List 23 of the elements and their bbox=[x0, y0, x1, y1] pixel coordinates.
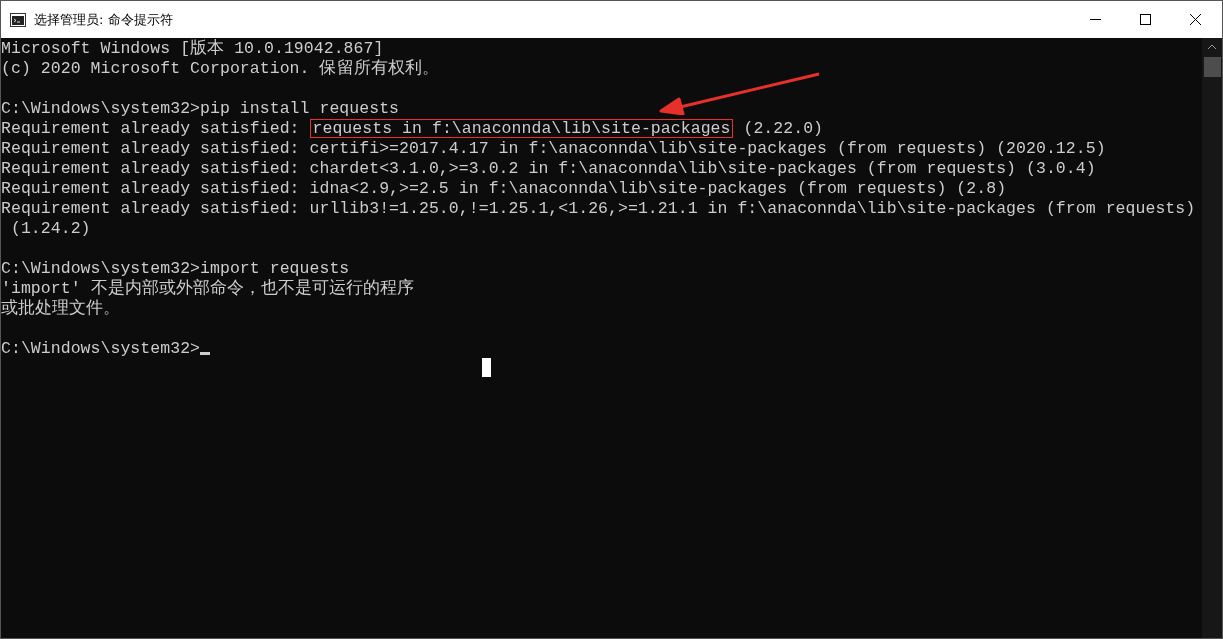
console-text: Requirement already satisfied: bbox=[1, 119, 300, 138]
console-line: Microsoft Windows [版本 10.0.19042.867] bbox=[1, 39, 385, 59]
console-line: Requirement already satisfied: certifi>=2017.4.17 in f:\anaconnda\lib\site-packages (from requests) (2020.12.5) bbox=[1, 139, 1107, 159]
scrollbar[interactable] bbox=[1202, 38, 1222, 638]
highlighted-text: requests in f:\anaconnda\lib\site-packages bbox=[309, 119, 734, 138]
mouse-cursor-icon bbox=[482, 358, 491, 377]
console-line: C:\Windows\system32>import requests bbox=[1, 259, 351, 279]
console-prompt: C:\Windows\system32> bbox=[1, 339, 201, 358]
text-cursor bbox=[200, 352, 211, 355]
console-line: (c) 2020 Microsoft Corporation. 保留所有权利。 bbox=[1, 59, 440, 79]
console-line: C:\Windows\system32>pip install requests bbox=[1, 99, 401, 119]
console-line: Requirement already satisfied: urllib3!=1.25.0,!=1.25.1,<1.26,>=1.21.1 in f:\anaconnda\lib\site-packages (from requests) bbox=[1, 199, 1197, 219]
maximize-icon bbox=[1139, 14, 1151, 25]
close-icon bbox=[1189, 14, 1201, 25]
console-line: 'import' 不是内部或外部命令，也不是可运行的程序 bbox=[1, 279, 416, 299]
window-title: 选择管理员: 命令提示符 bbox=[34, 10, 173, 29]
scrollbar-thumb[interactable] bbox=[1203, 57, 1221, 77]
console-line: (1.24.2) bbox=[9, 219, 92, 239]
console-icon bbox=[10, 12, 26, 27]
console-text: (2.22.0) bbox=[743, 119, 824, 138]
console-line: 或批处理文件。 bbox=[1, 299, 122, 319]
console-line: Requirement already satisfied: idna<2.9,>=2.5 in f:\anaconnda\lib\site-packages (from requests) (2.8) bbox=[1, 179, 1008, 199]
console-line: Requirement already satisfied: chardet<3.1.0,>=3.0.2 in f:\anaconnda\lib\site-packages (from requests) (3.0.4) bbox=[1, 159, 1097, 179]
